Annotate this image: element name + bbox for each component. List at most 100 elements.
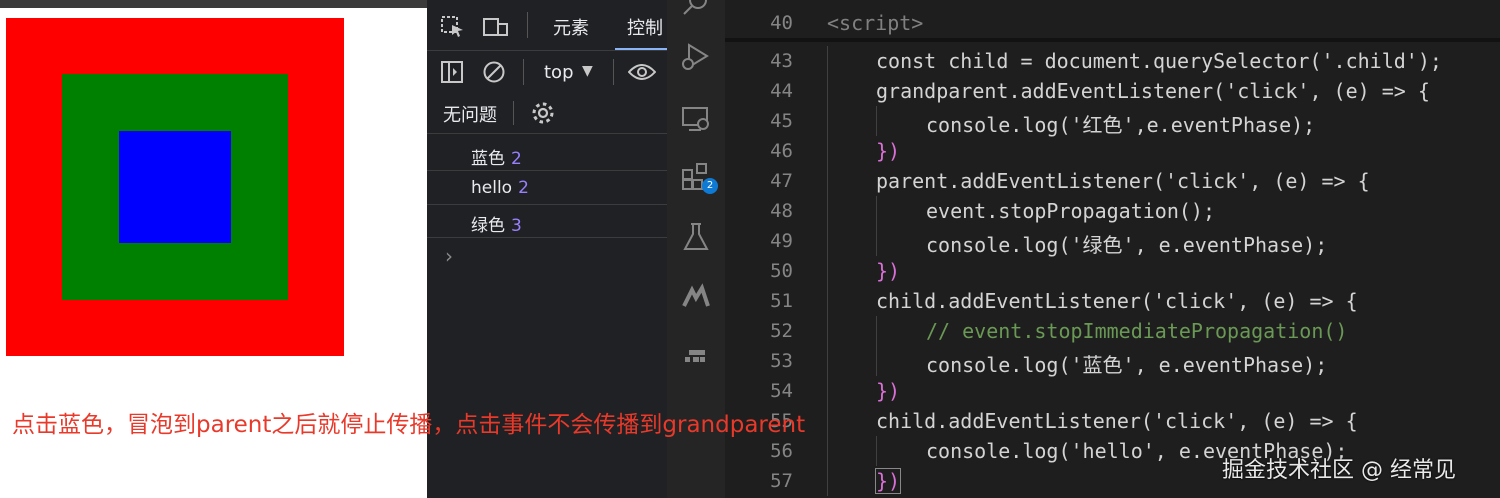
indent-guide (827, 466, 828, 496)
code-line[interactable]: 50}) (725, 256, 1500, 286)
panel-extension-icon[interactable] (681, 342, 711, 372)
line-number: 46 (770, 140, 793, 162)
code-line[interactable]: 51 child.addEventListener('click', (e) =>… (725, 286, 1500, 316)
indent-guide (827, 196, 828, 226)
code-comment: // event.stopImmediatePropagation() (926, 319, 1348, 343)
code-line[interactable]: 49 console.log('绿色', e.eventPhase); (725, 226, 1500, 257)
indent-guide (876, 346, 877, 376)
code-line[interactable]: 52 // event.stopImmediatePropagation() (725, 316, 1500, 346)
tab-console[interactable]: 控制 (627, 14, 663, 40)
indent-guide (827, 376, 828, 406)
code-text: }) (876, 139, 901, 163)
issues-row: 无问题 (427, 93, 667, 134)
watermark-text: 掘金技术社区 @ 经常见 (1222, 458, 1456, 483)
indent-guide (827, 256, 828, 286)
indent-guide (827, 406, 828, 436)
gear-icon[interactable] (531, 101, 555, 129)
clear-console-icon[interactable] (483, 61, 505, 87)
code-line[interactable]: 44 grandparent.addEventListener('click', … (725, 76, 1500, 106)
indent-guide (827, 46, 828, 76)
indent-guide (827, 136, 828, 166)
line-number: 47 (770, 170, 793, 192)
device-toolbar-icon[interactable] (483, 17, 509, 41)
chevron-down-icon[interactable]: ▼ (582, 63, 593, 79)
code-text: <script> (827, 11, 924, 35)
indent-guide (827, 76, 828, 106)
message-value: 2 (518, 178, 529, 198)
indent-guide (876, 196, 877, 226)
sticky-scroll-line[interactable]: 40 <script> (725, 8, 1500, 38)
code-editor[interactable]: 40 <script> 43 const child = document.que… (725, 0, 1500, 498)
issues-count[interactable]: 无问题 (443, 101, 497, 127)
code-line[interactable]: 43 const child = document.querySelector('… (725, 46, 1500, 76)
code-line[interactable]: 55 child.addEventListener('click', (e) =>… (725, 406, 1500, 436)
line-number: 48 (770, 200, 793, 222)
issues-divider (513, 101, 514, 125)
indent-guide (827, 316, 828, 346)
console-message-text: hello 2 (471, 178, 529, 198)
console-toolbar: top ▼ (427, 51, 667, 93)
message-value: 3 (511, 216, 522, 236)
m-logo-icon[interactable] (681, 282, 711, 312)
indent-guide (876, 226, 877, 256)
context-selector[interactable]: top (544, 62, 574, 83)
line-number: 51 (770, 290, 793, 312)
console-message: 蓝色 2 (427, 137, 667, 171)
code-line[interactable]: 48 event.stopPropagation(); (725, 196, 1500, 226)
code-text: }) (876, 259, 901, 283)
line-number: 49 (770, 230, 793, 252)
line-number: 44 (770, 80, 793, 102)
code-text: parent.addEventListener('click', (e) => … (876, 169, 1370, 193)
search-icon[interactable] (681, 0, 711, 20)
toolbar-divider-2 (613, 59, 614, 85)
browser-top-strip (0, 0, 427, 8)
remote-explorer-icon[interactable] (681, 104, 711, 134)
code-line[interactable]: 54}) (725, 376, 1500, 406)
indent-guide (827, 346, 828, 376)
line-number: 45 (770, 110, 793, 132)
child-blue-box[interactable] (119, 131, 231, 243)
inspect-element-icon[interactable] (441, 16, 465, 42)
line-number: 53 (770, 350, 793, 372)
line-number: 43 (770, 50, 793, 72)
code-line[interactable]: 47 parent.addEventListener('click', (e) =… (725, 166, 1500, 196)
line-number: 50 (770, 260, 793, 282)
indent-guide (876, 436, 877, 466)
code-line[interactable]: 53 console.log('蓝色', e.eventPhase); (725, 346, 1500, 377)
console-prompt-chevron-icon[interactable]: › (445, 244, 453, 268)
tab-elements[interactable]: 元素 (553, 14, 589, 40)
line-number: 57 (770, 470, 793, 492)
toolbar-divider (523, 59, 524, 85)
indent-guide (876, 316, 877, 346)
active-tab-indicator (615, 48, 667, 50)
annotation-text: 点击蓝色，冒泡到parent之后就停止传播，点击事件不会传播到grandpare… (12, 412, 806, 438)
code-text: console.log('绿色', e.eventPhase); (926, 233, 1328, 257)
testing-flask-icon[interactable] (681, 222, 711, 252)
console-message: hello 2 (427, 171, 667, 205)
code-line[interactable]: 46}) (725, 136, 1500, 166)
code-text: event.stopPropagation(); (926, 199, 1215, 223)
sidebar-toggle-icon[interactable] (441, 61, 463, 87)
code-text: }) (876, 379, 901, 403)
code-text: console.log('蓝色', e.eventPhase); (926, 353, 1328, 377)
sticky-scroll-shadow (725, 38, 1500, 42)
code-text: }) (874, 468, 902, 494)
eye-icon[interactable] (627, 63, 657, 85)
code-text: console.log('红色',e.eventPhase); (926, 113, 1316, 137)
console-message-text: 蓝色 2 (471, 149, 522, 169)
indent-guide (827, 286, 828, 316)
tab-divider (527, 12, 528, 38)
message-value: 2 (511, 149, 522, 169)
line-number: 52 (770, 320, 793, 342)
line-number: 40 (770, 12, 793, 34)
indent-guide (827, 166, 828, 196)
console-message-text: 绿色 3 (471, 216, 522, 236)
run-debug-icon[interactable] (681, 42, 711, 72)
code-text: child.addEventListener('click', (e) => { (876, 409, 1358, 433)
devtools-tabbar: 元素 控制 (427, 0, 667, 51)
code-text: const child = document.querySelector('.c… (876, 49, 1442, 73)
code-text: grandparent.addEventListener('click', (e… (876, 79, 1430, 103)
line-number: 54 (770, 380, 793, 402)
code-line[interactable]: 45 console.log('红色',e.eventPhase); (725, 106, 1500, 137)
console-message: 绿色 3 (427, 204, 667, 238)
